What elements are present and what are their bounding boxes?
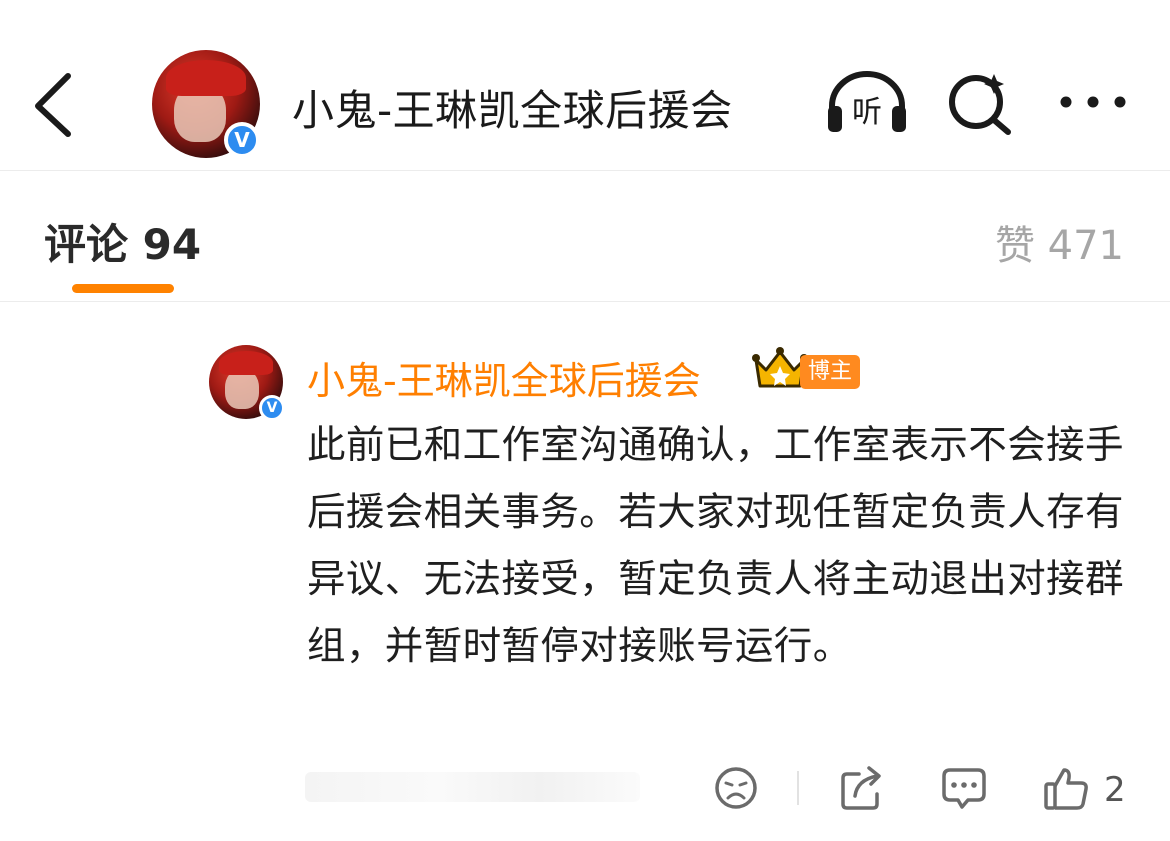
tab-likes[interactable]: 赞 471 [995,213,1124,271]
host-badge: 博主 [800,355,861,389]
more-button[interactable] [1058,90,1128,114]
like-count: 2 [1104,770,1126,810]
verified-icon: V [259,395,285,421]
more-icon [1060,96,1126,108]
page-title[interactable]: 小鬼-王琳凯全球后援会 [292,77,733,138]
tab-comments[interactable]: 评论 94 [44,211,201,272]
back-button[interactable] [30,70,80,140]
comment-icon [942,768,986,809]
like-icon [1044,768,1088,810]
share-icon [841,766,881,810]
emoji-reaction-button[interactable] [713,764,759,812]
search-button[interactable] [948,70,1014,136]
like-button[interactable]: 2 [1042,764,1132,812]
action-divider [797,771,799,805]
listen-label: 听 [852,95,882,130]
listen-button[interactable]: 听 [826,70,908,136]
header-avatar[interactable]: V [152,50,262,160]
tab-bar: 评论 94 赞 471 [0,171,1170,302]
emoji-icon [715,767,757,809]
reply-button[interactable] [940,764,988,812]
search-icon [949,74,1011,135]
share-button[interactable] [839,764,885,812]
listen-icon: 听 [828,71,906,132]
comment-author-name[interactable]: 小鬼-王琳凯全球后援会 [307,350,701,405]
top-nav-bar: V 小鬼-王琳凯全球后援会 听 [0,0,1170,171]
blurred-meta-info [305,772,640,802]
back-icon [35,73,71,137]
verified-icon: V [224,122,260,158]
comment-avatar[interactable]: V [209,345,285,421]
active-tab-indicator [72,284,174,293]
comment-text: 此前已和工作室沟通确认，工作室表示不会接手后援会相关事务。若大家对现任暂定负责人… [307,423,1124,669]
